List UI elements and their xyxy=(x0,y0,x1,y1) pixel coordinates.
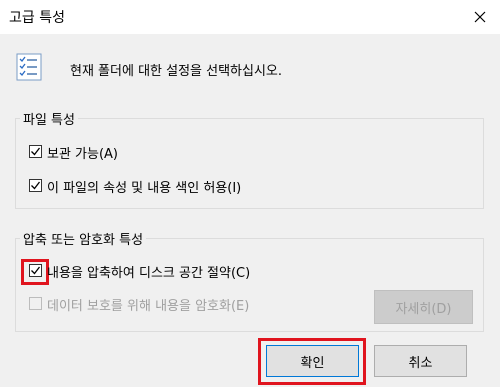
checkmark-icon xyxy=(31,147,41,156)
checkmark-icon xyxy=(31,266,41,275)
compress-checkbox[interactable] xyxy=(29,264,42,277)
details-button[interactable]: 자세히(D) xyxy=(374,290,473,324)
compress-label[interactable]: 내용을 압축하여 디스크 공간 절약(C) xyxy=(47,262,250,281)
encrypt-label[interactable]: 데이터 보호를 위해 내용을 암호화(E) xyxy=(47,295,249,314)
index-checkbox[interactable] xyxy=(29,179,42,192)
close-button[interactable] xyxy=(460,0,500,34)
file-attributes-legend: 파일 특성 xyxy=(20,109,78,128)
archive-label[interactable]: 보관 가능(A) xyxy=(47,143,118,162)
compress-encrypt-legend: 압축 또는 암호화 특성 xyxy=(20,229,147,248)
cancel-button[interactable]: 취소 xyxy=(374,345,467,377)
index-label[interactable]: 이 파일의 속성 및 내용 색인 허용(I) xyxy=(47,177,241,196)
title-bar: 고급 특성 xyxy=(0,0,500,34)
settings-document-icon xyxy=(16,53,42,81)
encrypt-checkbox[interactable] xyxy=(29,297,42,310)
checkmark-icon xyxy=(31,181,41,190)
archive-checkbox[interactable] xyxy=(29,145,42,158)
description-text: 현재 폴더에 대한 설정을 선택하십시오. xyxy=(70,64,283,79)
window-title: 고급 특성 xyxy=(9,10,65,26)
ok-button[interactable]: 확인 xyxy=(266,345,359,377)
dialog-body xyxy=(0,34,500,387)
close-icon xyxy=(474,11,486,23)
